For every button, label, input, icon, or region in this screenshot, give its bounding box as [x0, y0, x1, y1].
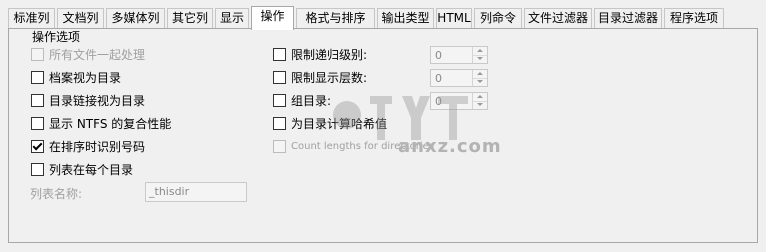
tab-operations[interactable]: 操作: [251, 6, 294, 30]
option-label: 显示 NTFS 的复合性能: [49, 117, 172, 131]
display-depth-stepper[interactable]: 0: [430, 69, 488, 87]
option-label: 目录链接视为目录: [49, 94, 146, 108]
option-label: 在排序时识别号码: [49, 140, 146, 154]
checkbox[interactable]: [273, 140, 286, 153]
tab-file-filter[interactable]: 文件过滤器: [524, 8, 592, 28]
stepper-arrows: [472, 70, 487, 86]
stepper-value: 0: [435, 49, 442, 62]
tab-program-options[interactable]: 程序选项: [664, 8, 724, 28]
list-name-input[interactable]: _thisdir: [145, 182, 247, 202]
checkbox[interactable]: [31, 163, 44, 176]
stepper-arrows: [472, 47, 487, 63]
option-label: 档案视为目录: [49, 71, 122, 85]
tab-other-columns[interactable]: 其它列: [167, 8, 213, 28]
chevron-down-icon[interactable]: [473, 78, 487, 86]
group-title: 操作选项: [30, 30, 83, 45]
checkbox[interactable]: [31, 94, 44, 107]
option-label: 列表在每个目录: [49, 163, 134, 177]
option-label: 组目录:: [291, 94, 332, 108]
chevron-down-icon[interactable]: [473, 55, 487, 63]
checkbox[interactable]: [31, 48, 44, 61]
tab-standard-columns[interactable]: 标准列: [8, 8, 55, 28]
checkbox[interactable]: [31, 71, 44, 84]
stepper-arrows: [472, 93, 487, 109]
checkbox[interactable]: [31, 140, 44, 153]
tab-media-columns[interactable]: 多媒体列: [106, 8, 165, 28]
checkbox[interactable]: [273, 48, 286, 61]
watermark-text: anxz.com: [398, 136, 502, 157]
list-name-label: 列表名称:: [30, 187, 83, 201]
stepper-value: 0: [435, 72, 442, 85]
checkbox[interactable]: [273, 117, 286, 130]
recursion-level-stepper[interactable]: 0: [430, 46, 488, 64]
tab-strip: 标准列 文档列 多媒体列 其它列 显示 操作 格式与排序 输出类型 HTML 列…: [8, 6, 758, 30]
option-label: 限制递归级别:: [291, 48, 368, 62]
tab-format-sort[interactable]: 格式与排序: [296, 8, 375, 28]
tab-output-type[interactable]: 输出类型: [377, 8, 434, 28]
checkbox[interactable]: [31, 117, 44, 130]
stepper-value: 0: [435, 95, 442, 108]
tab-list-commands[interactable]: 列命令: [474, 8, 522, 28]
chevron-down-icon[interactable]: [473, 101, 487, 109]
tab-directory-filter[interactable]: 目录过滤器: [594, 8, 662, 28]
tab-html[interactable]: HTML: [436, 8, 472, 28]
option-label: 为目录计算哈希值: [291, 117, 388, 131]
option-label: 所有文件一起处理: [49, 48, 146, 62]
tab-document-columns[interactable]: 文档列: [57, 8, 104, 28]
checkbox[interactable]: [273, 94, 286, 107]
option-label: 限制显示层数:: [291, 71, 368, 85]
group-directories-stepper[interactable]: 0: [430, 92, 488, 110]
tab-display[interactable]: 显示: [215, 8, 249, 28]
checkbox[interactable]: [273, 71, 286, 84]
